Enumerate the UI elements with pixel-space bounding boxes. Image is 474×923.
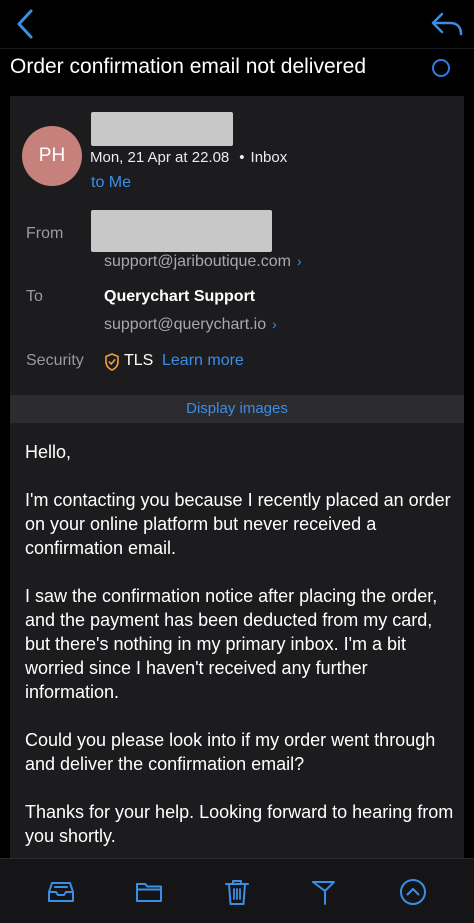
to-address[interactable]: support@querychart.io › (104, 316, 277, 334)
separator-dot: • (239, 149, 245, 166)
top-navigation-bar (0, 0, 474, 48)
reply-button[interactable] (430, 8, 464, 40)
date-line: Mon, 21 Apr at 22.08 • Inbox (90, 149, 287, 166)
learn-more-link[interactable]: Learn more (162, 352, 244, 370)
body-paragraph: Thanks for your help. Looking forward to… (25, 802, 454, 846)
redacted-from-name (91, 210, 272, 252)
delete-button[interactable] (222, 877, 252, 907)
body-paragraph: I'm contacting you because I recently pl… (25, 490, 451, 558)
body-paragraph: I saw the confirmation notice after plac… (25, 586, 438, 702)
bottom-toolbar (0, 858, 474, 923)
email-subject: Order confirmation email not delivered (10, 55, 366, 78)
message-card: PH Mon, 21 Apr at 22.08 • Inbox to Me From… (10, 96, 464, 858)
message-date: Mon, 21 Apr at 22.08 (90, 149, 230, 166)
email-body: Hello, I'm contacting you because I rece… (25, 440, 457, 872)
back-button[interactable] (12, 8, 42, 40)
flag-icon (312, 881, 335, 905)
trash-icon (225, 880, 249, 905)
chevron-left-icon (17, 9, 33, 39)
folder-icon (136, 883, 162, 902)
folder-name: Inbox (250, 149, 288, 166)
move-to-folder-button[interactable] (134, 877, 164, 907)
to-label: To (26, 288, 43, 305)
sender-avatar[interactable]: PH (22, 126, 82, 186)
to-me-link[interactable]: to Me (91, 174, 131, 192)
body-paragraph: Hello, (25, 442, 72, 462)
security-label: Security (26, 352, 84, 369)
mark-unread-toggle[interactable] (432, 59, 450, 77)
recipient-name[interactable]: Querychart Support (104, 288, 255, 306)
subject-row: Order confirmation email not delivered (0, 48, 474, 96)
security-value: TLS (124, 352, 154, 369)
shield-icon (105, 353, 119, 371)
flag-button[interactable] (308, 877, 338, 907)
from-address-text: support@jariboutique.com (104, 253, 292, 270)
archive-button[interactable] (46, 877, 76, 907)
more-actions-button[interactable] (398, 877, 428, 907)
display-images-button[interactable]: Display images (10, 395, 464, 423)
chevron-up-icon (400, 879, 426, 905)
body-paragraph: Could you please look into if my order w… (25, 730, 436, 774)
to-address-text: support@querychart.io (104, 316, 267, 333)
archive-icon (48, 882, 74, 902)
chevron-right-icon: › (272, 316, 277, 332)
from-address[interactable]: support@jariboutique.com › (104, 253, 302, 271)
redacted-sender-name (91, 112, 233, 146)
reply-icon (431, 12, 463, 36)
chevron-right-icon: › (297, 253, 302, 269)
from-label: From (26, 225, 64, 242)
